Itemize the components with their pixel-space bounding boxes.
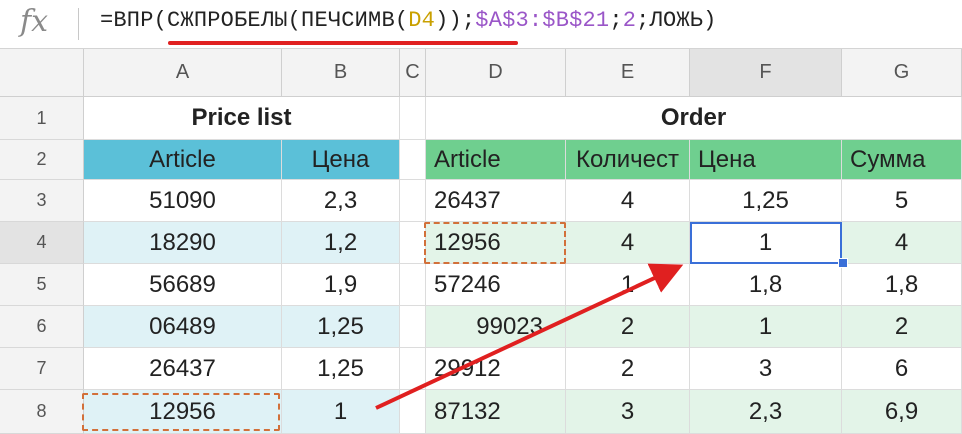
cell-c2[interactable] (400, 140, 426, 180)
select-all-corner[interactable] (0, 49, 84, 97)
price-article-cell[interactable]: 26437 (84, 348, 282, 390)
order-header-3[interactable]: Сумма (842, 140, 962, 180)
cell-c-empty[interactable] (400, 348, 426, 390)
order-qty-cell[interactable]: 4 (566, 222, 690, 264)
order-qty-cell[interactable]: 2 (566, 306, 690, 348)
order-header-2[interactable]: Цена (690, 140, 842, 180)
order-price-cell[interactable]: 1 (690, 306, 842, 348)
price-price-cell[interactable]: 1,9 (282, 264, 400, 306)
order-price-cell[interactable]: 2,3 (690, 390, 842, 434)
formula-bar: fx =ВПР(СЖПРОБЕЛЫ(ПЕЧСИМВ(D4));$A$3:$B$2… (0, 0, 962, 49)
order-price-cell[interactable]: 1,25 (690, 180, 842, 222)
price-article-cell[interactable]: 56689 (84, 264, 282, 306)
order-sum-cell[interactable]: 1,8 (842, 264, 962, 306)
cell-c-empty[interactable] (400, 306, 426, 348)
formula-token: СЖПРОБЕЛЫ(ПЕЧСИМВ( (167, 8, 409, 33)
price-price-cell[interactable]: 1,25 (282, 306, 400, 348)
selected-cell-f4[interactable]: 1 (690, 222, 842, 264)
cell-c-empty[interactable] (400, 390, 426, 434)
row-header-5[interactable]: 5 (0, 264, 84, 306)
formula-token: )) (435, 8, 462, 33)
order-qty-cell[interactable]: 2 (566, 348, 690, 390)
price-price-cell[interactable]: 1 (282, 390, 400, 434)
row-header-4[interactable]: 4 (0, 222, 84, 264)
order-article-cell[interactable]: 26437 (426, 180, 566, 222)
order-price-cell[interactable]: 1,8 (690, 264, 842, 306)
order-sum-cell[interactable]: 6 (842, 348, 962, 390)
row-header-1[interactable]: 1 (0, 97, 84, 140)
formula-token: D4 (408, 8, 436, 33)
formula-token: $A$3:$B$21 (475, 8, 610, 33)
column-header-g[interactable]: G (842, 49, 962, 97)
order-header-0[interactable]: Article (426, 140, 566, 180)
column-header-e[interactable]: E (566, 49, 690, 97)
column-header-b[interactable]: B (282, 49, 400, 97)
fill-handle[interactable] (838, 258, 848, 268)
annotation-box-order-article (424, 222, 566, 264)
price-article-cell[interactable]: 18290 (84, 222, 282, 264)
order-article-cell[interactable]: 87132 (426, 390, 566, 434)
formula-separator (78, 8, 79, 40)
order-qty-cell[interactable]: 3 (566, 390, 690, 434)
row-header-8[interactable]: 8 (0, 390, 84, 434)
order-sum-cell[interactable]: 5 (842, 180, 962, 222)
column-header-d[interactable]: D (426, 49, 566, 97)
cell-c1[interactable] (400, 97, 426, 140)
cell-c-empty[interactable] (400, 222, 426, 264)
price-article-cell[interactable]: 51090 (84, 180, 282, 222)
column-header-f[interactable]: F (690, 49, 842, 97)
formula-input[interactable]: =ВПР(СЖПРОБЕЛЫ(ПЕЧСИМВ(D4));$A$3:$B$21;2… (100, 8, 717, 33)
order-article-cell[interactable]: 99023 (426, 306, 566, 348)
price-price-cell[interactable]: 1,25 (282, 348, 400, 390)
order-article-cell[interactable]: 29912 (426, 348, 566, 390)
order-price-cell[interactable]: 3 (690, 348, 842, 390)
formula-token: =ВПР( (100, 8, 168, 33)
formula-token: ; (461, 8, 476, 33)
price-header-article[interactable]: Article (84, 140, 282, 180)
order-qty-cell[interactable]: 1 (566, 264, 690, 306)
column-header-c[interactable]: C (400, 49, 426, 97)
order-title[interactable]: Order (426, 97, 962, 140)
annotation-box-price-article (82, 393, 280, 431)
price-header-price[interactable]: Цена (282, 140, 400, 180)
order-qty-cell[interactable]: 4 (566, 180, 690, 222)
order-article-cell[interactable]: 57246 (426, 264, 566, 306)
order-sum-cell[interactable]: 4 (842, 222, 962, 264)
formula-token: 2 (622, 8, 637, 33)
annotation-underline (168, 41, 518, 45)
cell-c-empty[interactable] (400, 180, 426, 222)
order-sum-cell[interactable]: 2 (842, 306, 962, 348)
row-header-3[interactable]: 3 (0, 180, 84, 222)
cell-c-empty[interactable] (400, 264, 426, 306)
row-header-6[interactable]: 6 (0, 306, 84, 348)
formula-token: ;ЛОЖЬ) (636, 8, 717, 33)
formula-token: ; (609, 8, 623, 33)
price-price-cell[interactable]: 2,3 (282, 180, 400, 222)
row-header-7[interactable]: 7 (0, 348, 84, 390)
row-header-2[interactable]: 2 (0, 140, 84, 180)
order-sum-cell[interactable]: 6,9 (842, 390, 962, 434)
fx-icon: fx (20, 4, 49, 39)
price-article-cell[interactable]: 06489 (84, 306, 282, 348)
price-list-title[interactable]: Price list (84, 97, 400, 140)
order-header-1[interactable]: Количест (566, 140, 690, 180)
price-price-cell[interactable]: 1,2 (282, 222, 400, 264)
column-header-a[interactable]: A (84, 49, 282, 97)
